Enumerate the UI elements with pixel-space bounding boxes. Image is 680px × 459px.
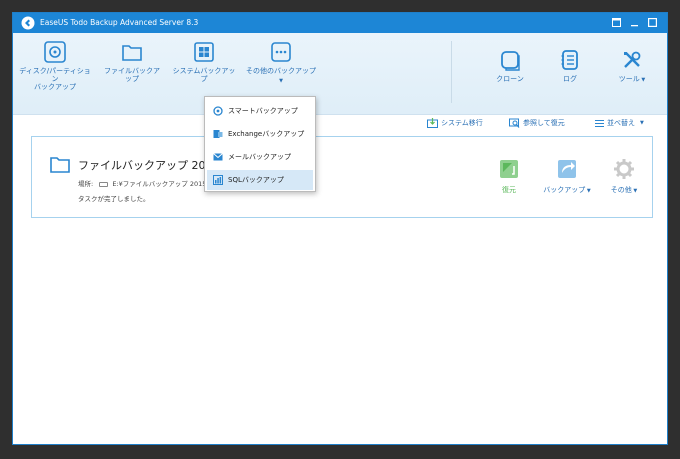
restore-label: 復元 — [502, 186, 516, 194]
backup-label: バックアップ — [543, 186, 586, 194]
system-migration-icon — [427, 118, 438, 128]
minimize-button[interactable] — [628, 16, 640, 28]
disk-partition-backup-button[interactable]: ディスク/パーティション バックアップ — [17, 41, 93, 91]
tools-icon — [624, 51, 641, 68]
disk-icon — [44, 41, 66, 63]
menu-item-sql-backup[interactable]: SQLバックアップ — [207, 170, 313, 190]
chevron-down-icon: ▼ — [631, 188, 638, 194]
other-backup-label: その他のバックアップ — [246, 67, 316, 75]
maximize-icon — [647, 17, 657, 27]
clone-label: クローン — [496, 75, 524, 83]
gear-icon — [614, 159, 634, 179]
backup-button[interactable]: バックアップ ▼ — [542, 157, 592, 195]
chevron-down-icon: ▼ — [639, 77, 646, 83]
log-label: ログ — [563, 75, 577, 83]
system-backup-button[interactable]: システムバックアップ — [171, 41, 237, 83]
menu-item-label: スマートバックアップ — [228, 107, 298, 115]
menu-item-label: メールバックアップ — [228, 153, 291, 161]
smart-backup-icon — [213, 106, 223, 116]
chevron-down-icon: ▼ — [279, 78, 283, 84]
toolbar-separator — [451, 41, 452, 103]
location-label: 場所: — [78, 180, 94, 188]
log-button[interactable]: ログ — [547, 49, 593, 83]
sql-icon — [213, 175, 223, 185]
folder-icon — [122, 45, 142, 61]
app-window: EaseUS Todo Backup Advanced Server 8.3 デ… — [12, 12, 668, 445]
sort-label: 並べ替え — [607, 119, 635, 127]
file-backup-button[interactable]: ファイルバックアップ — [101, 41, 163, 83]
backup-icon — [558, 160, 576, 178]
other-actions-button[interactable]: その他 ▼ — [604, 157, 644, 195]
mail-icon — [213, 153, 223, 161]
main-toolbar: ディスク/パーティション バックアップ ファイルバックアップ システムバックアッ… — [13, 33, 667, 115]
restore-button[interactable]: 復元 — [494, 157, 524, 195]
folder-icon — [50, 157, 70, 173]
other-backup-menu: スマートバックアップ Exchangeバックアップ メールバックアップ SQLバ… — [204, 96, 316, 192]
menu-item-exchange-backup[interactable]: Exchangeバックアップ — [207, 124, 313, 144]
log-icon — [561, 50, 578, 70]
system-migration-label: システム移行 — [441, 119, 483, 127]
system-backup-label: システムバックアップ — [172, 67, 236, 83]
tools-button[interactable]: ツール ▼ — [607, 49, 657, 84]
menu-item-label: Exchangeバックアップ — [228, 130, 305, 138]
app-logo-icon — [21, 16, 35, 30]
sort-dropdown[interactable]: 並べ替え ▼ — [595, 118, 644, 128]
tools-label: ツール — [618, 75, 640, 83]
windows-icon — [194, 42, 214, 62]
exchange-icon — [213, 130, 223, 138]
title-bar: EaseUS Todo Backup Advanced Server 8.3 — [13, 13, 667, 33]
other-backup-button[interactable]: その他のバックアップ ▼ — [245, 41, 317, 85]
restore-window-button[interactable] — [610, 16, 622, 28]
disk-partition-backup-label: ディスク/パーティション バックアップ — [19, 67, 91, 91]
clone-icon — [501, 51, 520, 71]
drive-icon — [99, 181, 109, 187]
chevron-down-icon: ▼ — [640, 120, 644, 126]
location-value: E:¥ファイルバックアップ 2015-0 — [112, 180, 213, 188]
file-backup-label: ファイルバックアップ — [104, 67, 160, 83]
sort-icon — [595, 119, 604, 127]
browse-restore-label: 参照して復元 — [523, 119, 565, 127]
backup-location: 場所: E:¥ファイルバックアップ 2015-0 — [78, 178, 213, 188]
menu-item-smart-backup[interactable]: スマートバックアップ — [207, 101, 313, 121]
other-actions-label: その他 — [610, 186, 632, 194]
task-status: タスクが完了しました。 — [78, 195, 150, 203]
menu-item-label: SQLバックアップ — [228, 176, 284, 184]
restore-icon — [611, 17, 621, 27]
system-migration-link[interactable]: システム移行 — [427, 118, 483, 128]
window-title: EaseUS Todo Backup Advanced Server 8.3 — [40, 18, 199, 27]
menu-item-mail-backup[interactable]: メールバックアップ — [207, 147, 313, 167]
minimize-icon — [630, 24, 638, 26]
maximize-button[interactable] — [646, 16, 658, 28]
clone-button[interactable]: クローン — [487, 49, 533, 83]
more-icon — [271, 42, 291, 62]
restore-icon — [500, 160, 518, 178]
chevron-down-icon: ▼ — [585, 188, 591, 194]
browse-restore-link[interactable]: 参照して復元 — [509, 118, 565, 128]
backup-task-card[interactable]: ファイルバックアップ 2015-06 場所: E:¥ファイルバックアップ 201… — [31, 136, 653, 218]
browse-restore-icon — [509, 118, 520, 128]
